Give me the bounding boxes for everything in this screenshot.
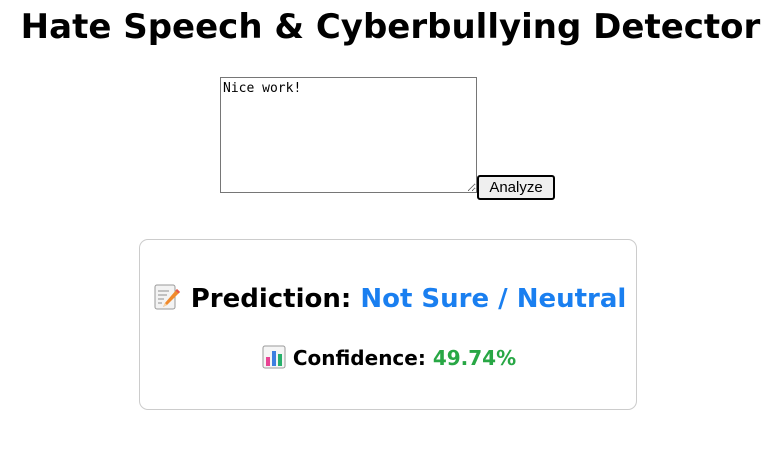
input-form: Analyze [220,77,560,202]
prediction-label: Prediction: [190,284,352,314]
memo-icon [152,282,182,312]
text-input[interactable] [220,77,477,193]
result-card: Prediction: Not Sure / Neutral Confidenc… [139,239,637,410]
page-title: Hate Speech & Cyberbullying Detector [20,7,761,47]
prediction-line: Prediction: Not Sure / Neutral [140,281,638,317]
confidence-label: Confidence: [292,346,426,370]
analyze-button[interactable]: Analyze [477,175,555,200]
bar-chart-icon [262,345,286,369]
confidence-line: Confidence: 49.74% [140,344,638,372]
confidence-value: 49.74% [432,346,517,370]
prediction-value: Not Sure / Neutral [360,284,627,314]
